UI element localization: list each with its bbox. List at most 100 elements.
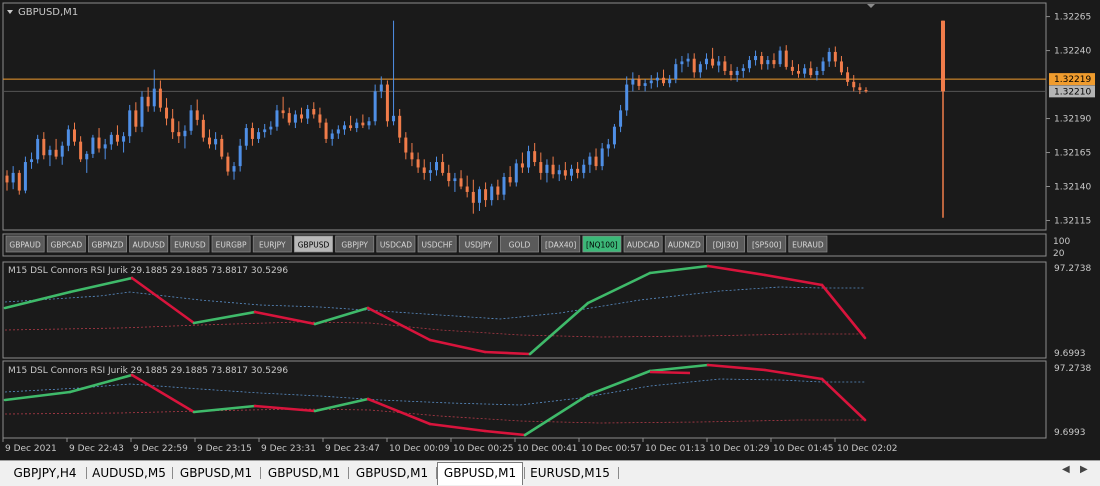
candle-body — [649, 80, 653, 84]
chart-tab-gbpjpy-h4[interactable]: GBPJPY,H4 — [5, 463, 85, 483]
candle-body — [318, 114, 322, 123]
symbol-button-gold[interactable]: GOLD — [500, 235, 539, 253]
candle-body — [324, 122, 328, 139]
candle-body — [201, 119, 205, 138]
symbol-button-gbpcad-label: GBPCAD — [50, 241, 82, 250]
symbol-button-eurgbp-label: EURGBP — [216, 241, 247, 250]
candle-body — [815, 70, 819, 76]
price-tick-label: 1.32165 — [1054, 149, 1091, 159]
chart-tab-gbpusd-m1[interactable]: GBPUSD,M1 — [349, 463, 435, 483]
candle-body — [459, 178, 463, 187]
symbol-button-gbpcad[interactable]: GBPCAD — [46, 235, 86, 253]
symbol-button-dji30[interactable]: [DJI30] — [706, 235, 745, 253]
candle-body — [760, 56, 764, 65]
bid-price-tag-label: 1.32219 — [1054, 75, 1091, 85]
chart-tab-gbpusd-m1[interactable]: GBPUSD,M1 — [261, 463, 347, 483]
candle-body — [465, 186, 469, 192]
candle-body — [729, 70, 733, 76]
candle-body — [637, 79, 641, 86]
candle — [514, 159, 518, 187]
candle-body — [183, 130, 187, 137]
candle-body — [852, 81, 856, 88]
candle-body — [435, 162, 438, 171]
symbol-button-dax40[interactable]: [DAX40] — [541, 235, 581, 253]
candle-body — [662, 77, 666, 84]
candle-body — [827, 51, 831, 62]
symbol-button-audcad[interactable]: AUDCAD — [623, 235, 663, 253]
candle-body — [508, 176, 512, 183]
symbol-button-gbpaud-label: GBPAUD — [9, 241, 41, 250]
candle-body — [48, 149, 52, 156]
symbol-button-gbpaud[interactable]: GBPAUD — [5, 235, 45, 253]
time-tick-label: 10 Dec 01:13 — [645, 444, 706, 454]
candle-body — [612, 126, 616, 145]
candle-body — [741, 68, 745, 71]
symbol-button-usdjpy-label: USDJPY — [465, 241, 493, 250]
candle-body — [300, 114, 304, 119]
symbol-button-dji30-label: [DJI30] — [713, 241, 739, 250]
time-tick-label: 9 Dec 23:47 — [325, 444, 380, 454]
price-tick-label: 1.32115 — [1054, 216, 1091, 226]
time-tick-label: 10 Dec 01:45 — [773, 444, 834, 454]
candle-body — [766, 60, 770, 65]
tab-scroll-left-icon[interactable]: ◀ — [1062, 464, 1070, 475]
symbol-button-eurgbp[interactable]: EURGBP — [211, 235, 251, 253]
symbol-button-gbpnzd[interactable]: GBPNZD — [88, 235, 127, 253]
symbol-button-sp500[interactable]: [SP500] — [747, 235, 787, 253]
candle-body — [373, 91, 377, 122]
indicator-pane-2-min-label: 9.6993 — [1054, 428, 1086, 438]
tab-scroll-right-icon[interactable]: ▶ — [1080, 464, 1088, 475]
candle-body — [846, 72, 850, 82]
symbol-button-eurjpy[interactable]: EURJPY — [252, 235, 292, 253]
bid-price-tag: 1.32219 — [1049, 73, 1095, 86]
indicator-pane-1-title: M15 DSL Connors RSI Jurik 29.1885 29.188… — [8, 266, 288, 276]
chart-tab-gbpusd-m1[interactable]: GBPUSD,M1 — [437, 462, 523, 485]
candle — [36, 134, 40, 164]
symbol-button-euraud-label: EURAUD — [792, 241, 824, 250]
candle-body — [330, 133, 334, 139]
symbol-button-audusd[interactable]: AUDUSD — [129, 235, 169, 253]
candle-body — [735, 70, 739, 76]
candle-body — [772, 60, 776, 65]
candle-body — [72, 129, 76, 142]
symbol-button-gbpusd[interactable]: GBPUSD — [294, 235, 333, 253]
candle-body — [79, 141, 83, 160]
symbol-button-eurjpy-label: EURJPY — [259, 241, 286, 250]
symbol-button-gbpjpy[interactable]: GBPJPY — [335, 235, 375, 253]
candle-body — [355, 122, 359, 129]
candle-body — [686, 58, 690, 62]
candle-body — [539, 162, 543, 173]
symbol-button-euraud[interactable]: EURAUD — [788, 235, 828, 253]
candle-body — [207, 137, 211, 145]
candle-body — [109, 134, 113, 145]
candle-body — [422, 167, 426, 173]
candle-body — [165, 107, 169, 119]
candle-body — [717, 61, 721, 66]
candle-body — [833, 51, 837, 62]
candle-body — [643, 83, 647, 86]
candle-body — [66, 129, 70, 146]
candle-body — [226, 156, 230, 172]
chart-tab-eurusd-m15[interactable]: EURUSD,M15 — [524, 463, 616, 483]
candle-body — [220, 138, 224, 157]
candle-body — [263, 129, 267, 133]
symbol-button-eurusd[interactable]: EURUSD — [170, 235, 210, 253]
symbol-button-nq100-label: [NQ100] — [586, 241, 618, 250]
candle-body — [477, 189, 481, 203]
symbol-button-usdjpy[interactable]: USDJPY — [458, 235, 498, 253]
candle-body — [692, 58, 696, 73]
price-tick-label: 1.32265 — [1054, 13, 1091, 23]
chart-title[interactable]: GBPUSD,M1 — [7, 7, 78, 18]
symbol-button-usdcad[interactable]: USDCAD — [376, 235, 416, 253]
chart-tab-gbpusd-m1[interactable]: GBPUSD,M1 — [173, 463, 259, 483]
symbol-button-audnzd[interactable]: AUDNZD — [664, 235, 704, 253]
symbol-button-usdchf[interactable]: USDCHF — [417, 235, 457, 253]
candle-body — [91, 137, 95, 154]
ask-price-tag-label: 1.32210 — [1054, 87, 1091, 97]
candle-body — [103, 144, 107, 149]
symbol-button-nq100[interactable]: [NQ100] — [582, 235, 622, 253]
chart-tab-audusd-m5[interactable]: AUDUSD,M5 — [87, 463, 171, 483]
tab-separator — [618, 467, 619, 479]
symbol-button-gbpusd-label: GBPUSD — [298, 241, 330, 250]
candle-body — [122, 136, 126, 142]
